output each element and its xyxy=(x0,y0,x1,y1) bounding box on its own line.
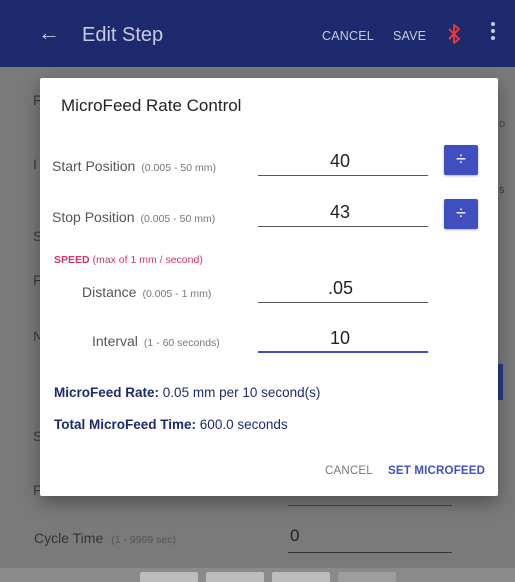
cycle-time-underline xyxy=(288,552,452,553)
app-bar: ← Edit Step CANCEL SAVE xyxy=(0,0,515,67)
stop-position-input[interactable]: 43 xyxy=(330,202,350,223)
bottom-button[interactable] xyxy=(140,572,198,582)
bg-field-underline xyxy=(288,505,452,506)
stop-calculator-button[interactable]: ÷ xyxy=(444,199,478,229)
distance-input[interactable]: .05 xyxy=(328,278,353,299)
start-position-label: Start Position (0.005 - 50 mm) xyxy=(52,158,216,174)
distance-underline xyxy=(258,302,428,303)
stop-position-label: Stop Position (0.005 - 50 mm) xyxy=(52,209,216,225)
bottom-button-bar xyxy=(0,568,515,582)
microfeed-dialog: MicroFeed Rate Control Start Position (0.… xyxy=(40,78,498,496)
bg-edge-fragment: o xyxy=(499,118,506,130)
interval-input[interactable]: 10 xyxy=(330,328,350,349)
interval-underline xyxy=(258,351,428,353)
more-vert-icon[interactable] xyxy=(490,22,496,44)
speed-heading: SPEED (max of 1 mm / second) xyxy=(54,254,203,266)
bluetooth-icon[interactable] xyxy=(446,23,462,45)
cycle-time-hint: (1 - 9999 sec) xyxy=(111,534,177,546)
cycle-time-input[interactable]: 0 xyxy=(290,526,299,546)
toolbar-cancel-button[interactable]: CANCEL xyxy=(322,29,374,43)
calculator-icon: ÷ xyxy=(456,203,466,223)
cycle-time-label: Cycle Time (1 - 9999 sec) xyxy=(34,530,177,546)
bg-edge-letter: I xyxy=(33,156,37,172)
distance-label: Distance (0.005 - 1 mm) xyxy=(82,284,212,300)
bottom-button[interactable] xyxy=(206,572,264,582)
toolbar-save-button[interactable]: SAVE xyxy=(393,29,426,43)
bottom-button[interactable] xyxy=(272,572,330,582)
screen: ← Edit Step CANCEL SAVE F I S F N S F o … xyxy=(0,0,515,582)
set-microfeed-button[interactable]: SET MICROFEED xyxy=(388,465,485,477)
start-position-underline xyxy=(258,175,428,176)
start-calculator-button[interactable]: ÷ xyxy=(444,145,478,175)
bg-edge-fragment: s xyxy=(499,184,505,196)
bottom-button[interactable] xyxy=(338,572,396,582)
page-title: Edit Step xyxy=(82,24,164,46)
microfeed-rate: MicroFeed Rate: 0.05 mm per 10 second(s) xyxy=(54,385,321,400)
interval-label: Interval (1 - 60 seconds) xyxy=(92,333,220,349)
calculator-icon: ÷ xyxy=(456,149,466,169)
total-microfeed-time: Total MicroFeed Time: 600.0 seconds xyxy=(54,417,288,432)
start-position-range: (0.005 - 50 mm) xyxy=(141,162,216,174)
interval-range: (1 - 60 seconds) xyxy=(143,337,220,349)
stop-position-range: (0.005 - 50 mm) xyxy=(140,213,216,225)
stop-position-underline xyxy=(258,226,428,227)
dialog-title: MicroFeed Rate Control xyxy=(61,96,242,115)
arrow-left-icon[interactable]: ← xyxy=(38,22,60,44)
dialog-cancel-button[interactable]: CANCEL xyxy=(325,465,373,477)
start-position-input[interactable]: 40 xyxy=(330,151,350,172)
distance-range: (0.005 - 1 mm) xyxy=(142,288,212,300)
